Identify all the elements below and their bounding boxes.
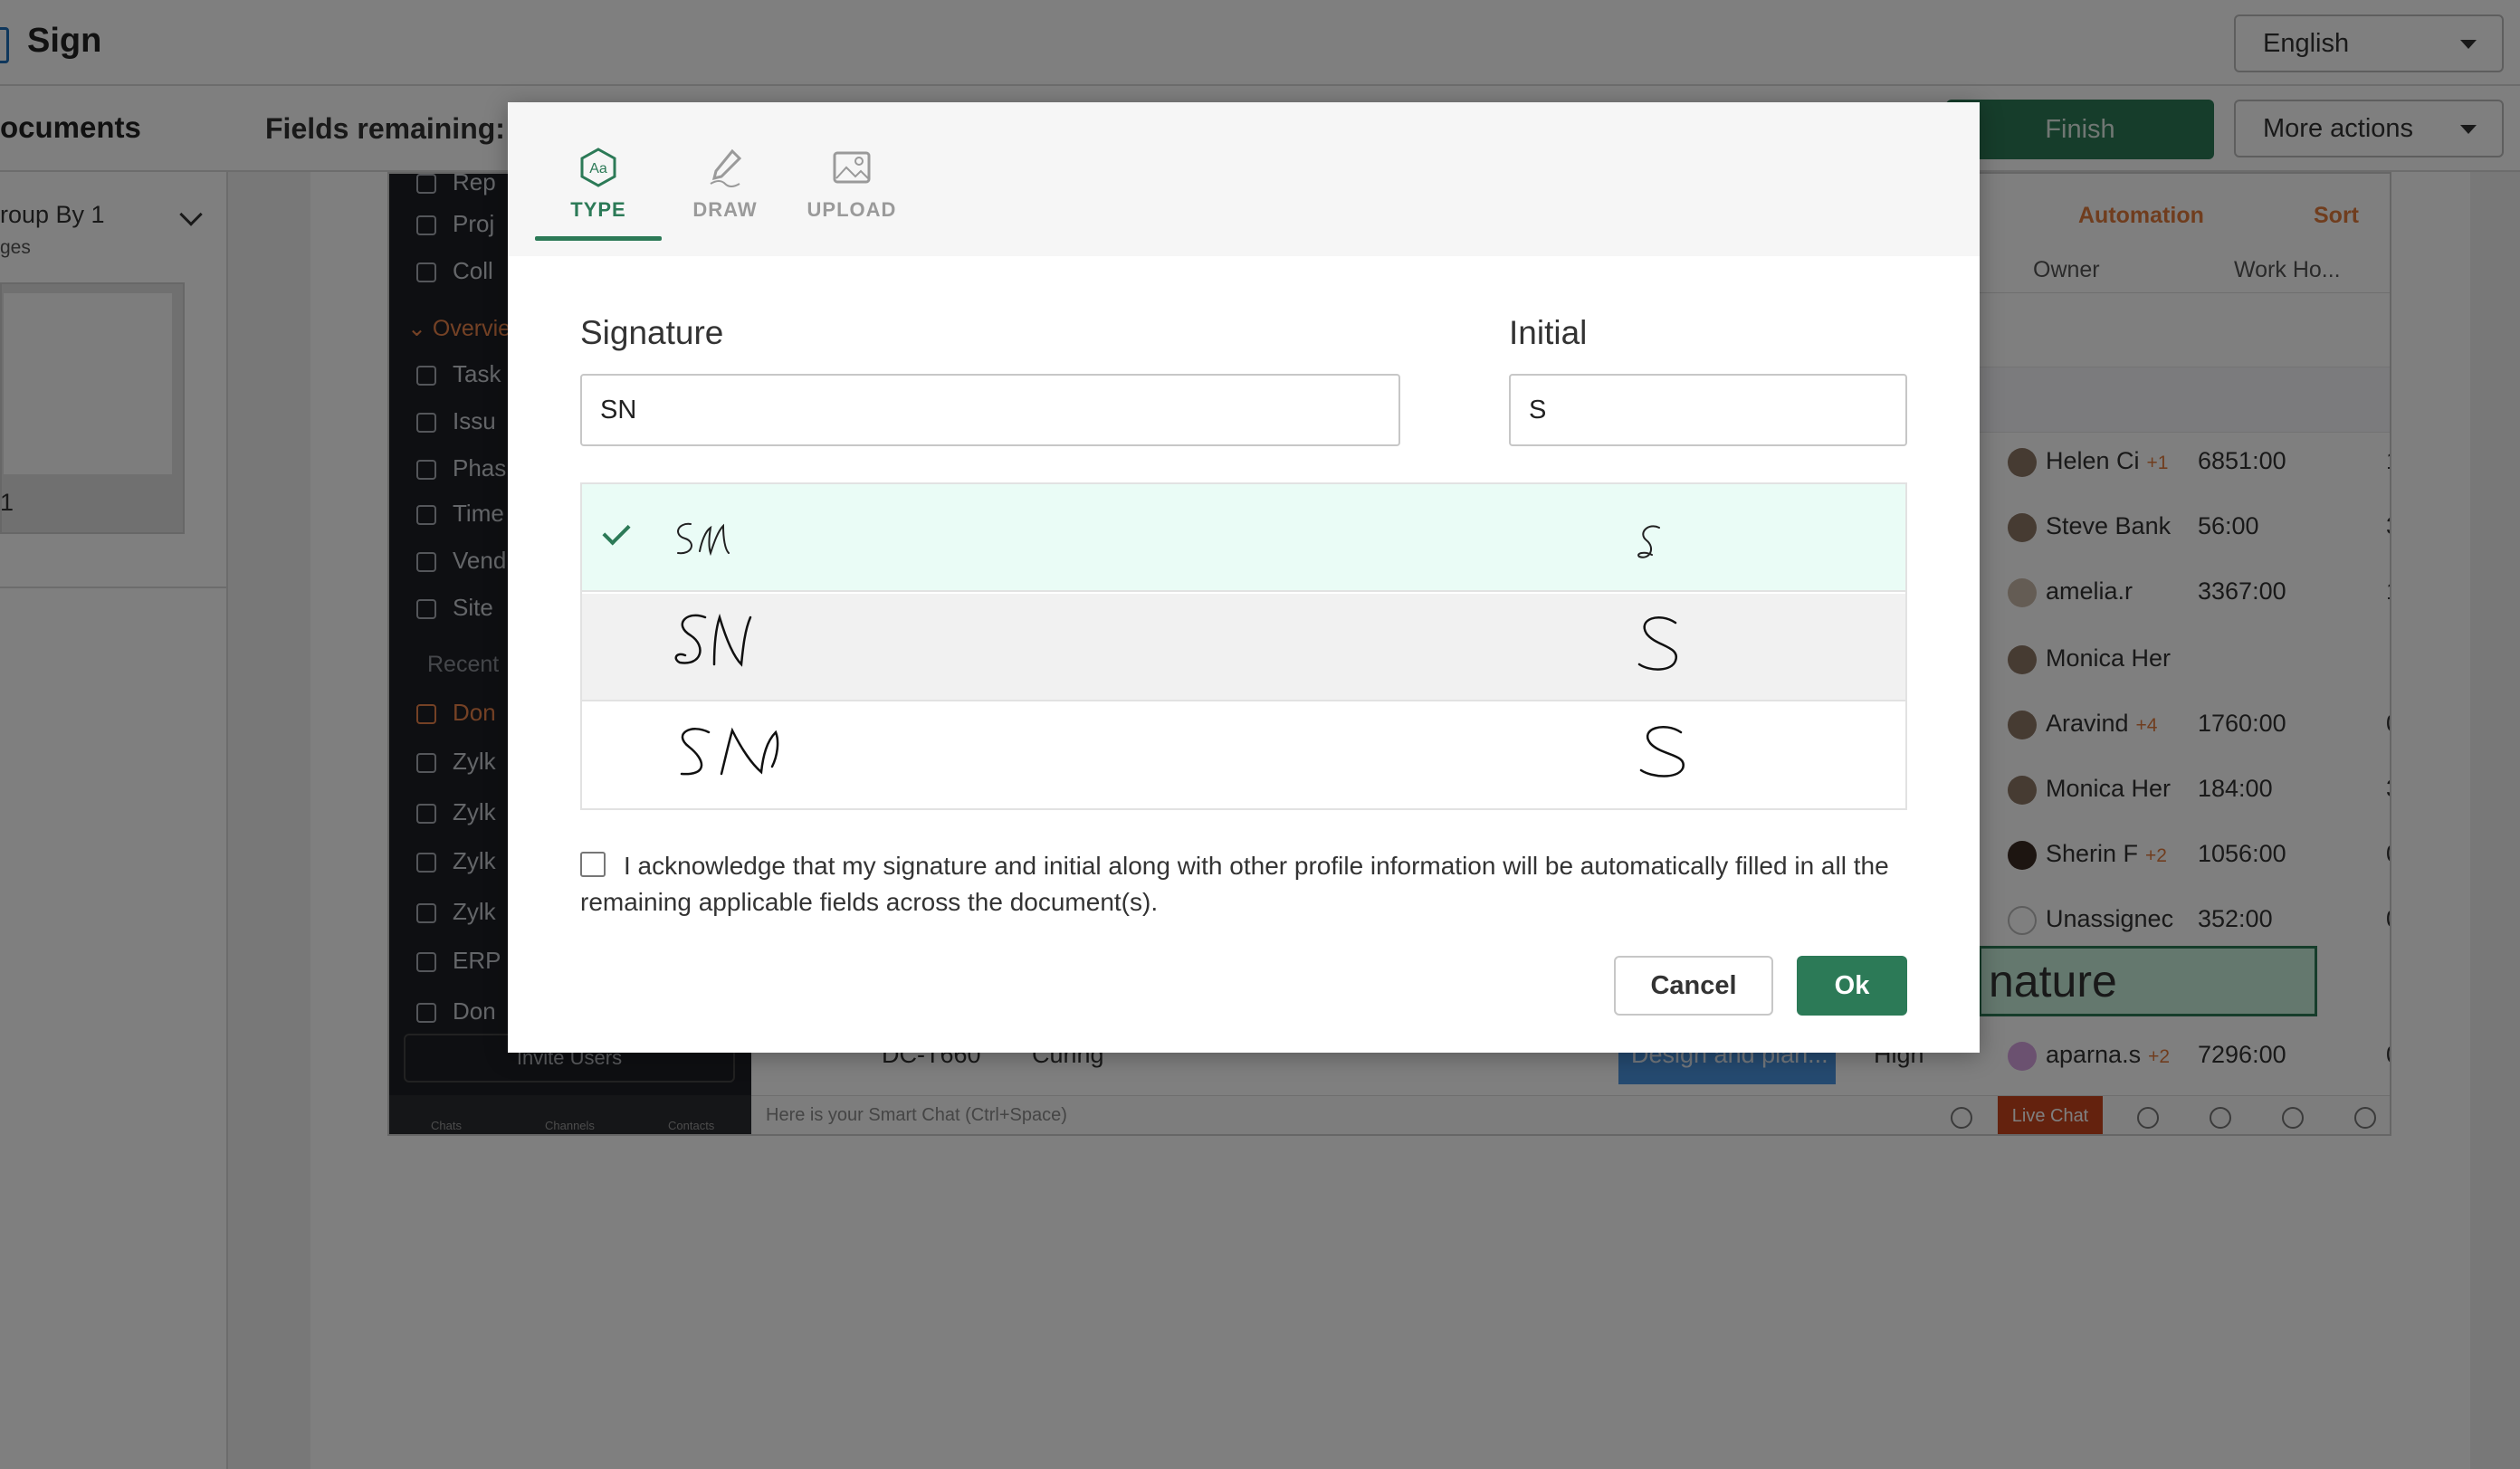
signature-preview: SN: [680, 727, 779, 776]
signature-input[interactable]: [580, 374, 1400, 446]
signature-style-option[interactable]: SN S: [582, 484, 1905, 592]
initial-label: Initial: [1509, 314, 1588, 351]
signature-label: Signature: [580, 314, 724, 351]
type-icon: Aa: [580, 148, 616, 187]
signature-style-list: SN S SN S SN S: [580, 482, 1907, 810]
tab-upload[interactable]: UPLOAD: [788, 148, 915, 236]
initial-input[interactable]: [1509, 374, 1907, 446]
signature-style-option[interactable]: SN S: [582, 703, 1905, 811]
acknowledge-checkbox[interactable]: [580, 852, 606, 877]
active-tab-indicator: [535, 236, 662, 241]
checkmark-icon: [602, 517, 631, 546]
signature-preview: SN: [677, 522, 730, 557]
signature-tabs: Aa TYPE DRAW UPLOAD: [508, 102, 1980, 256]
tab-upload-label: UPLOAD: [807, 198, 897, 221]
acknowledge-text: I acknowledge that my signature and init…: [580, 852, 1889, 916]
upload-icon: [833, 151, 871, 184]
ok-button[interactable]: Ok: [1797, 956, 1907, 1016]
initial-preview: S: [1639, 725, 1685, 777]
signature-dialog: Aa TYPE DRAW UPLOAD Signature Initial: [508, 102, 1980, 1053]
draw-icon: [710, 148, 742, 187]
tab-draw-label: DRAW: [692, 198, 758, 221]
tab-draw[interactable]: DRAW: [662, 148, 788, 236]
initial-preview: S: [1637, 525, 1660, 558]
cancel-button[interactable]: Cancel: [1614, 956, 1773, 1016]
signature-style-option[interactable]: SN S: [582, 594, 1905, 701]
svg-text:Aa: Aa: [589, 161, 607, 176]
tab-type-label: TYPE: [570, 198, 626, 221]
signature-preview: SN: [674, 613, 752, 667]
initial-preview: S: [1637, 615, 1677, 671]
tab-type[interactable]: Aa TYPE: [535, 148, 662, 236]
